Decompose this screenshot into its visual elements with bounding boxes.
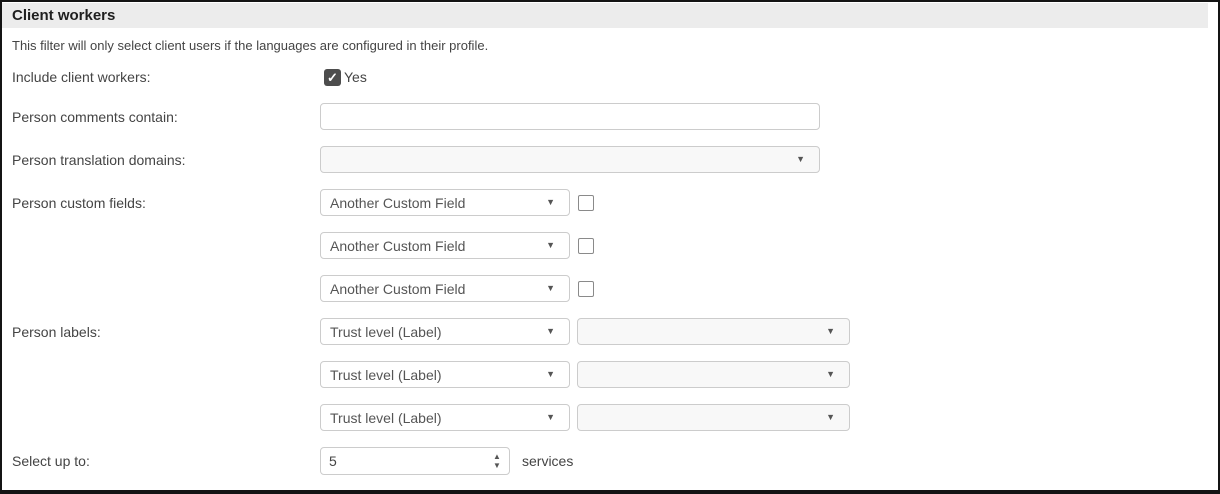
custom-field-select[interactable]: Another Custom Field ▼ <box>320 275 570 302</box>
person-labels-row: Trust level (Label) ▼ ▼ <box>2 361 1218 388</box>
person-comments-input[interactable] <box>320 103 820 130</box>
chevron-down-icon: ▼ <box>826 370 835 379</box>
translation-domains-select[interactable]: ▼ <box>320 146 820 173</box>
field-label: Select up to: <box>2 453 320 469</box>
person-label-type-select[interactable]: Trust level (Label) ▼ <box>320 361 570 388</box>
person-label-value-select[interactable]: ▼ <box>577 318 850 345</box>
select-value: Another Custom Field <box>330 281 465 297</box>
select-value: Another Custom Field <box>330 238 465 254</box>
custom-field-checkbox[interactable] <box>578 238 594 254</box>
spinner-down-icon[interactable]: ▼ <box>493 462 501 469</box>
chevron-down-icon: ▼ <box>826 413 835 422</box>
person-custom-fields-row: Another Custom Field ▼ <box>2 275 1218 302</box>
chevron-down-icon: ▼ <box>546 241 555 250</box>
panel-header: Client workers <box>2 3 1208 28</box>
select-value: Trust level (Label) <box>330 367 442 383</box>
chevron-down-icon: ▼ <box>546 284 555 293</box>
field-label: Person translation domains: <box>2 152 320 168</box>
select-value: Trust level (Label) <box>330 324 442 340</box>
person-label-value-select[interactable]: ▼ <box>577 404 850 431</box>
custom-field-select[interactable]: Another Custom Field ▼ <box>320 232 570 259</box>
select-up-to-number-field: ▲ ▼ <box>320 447 510 475</box>
person-labels-row: Trust level (Label) ▼ ▼ <box>2 404 1218 431</box>
chevron-down-icon: ▼ <box>546 198 555 207</box>
custom-field-select[interactable]: Another Custom Field ▼ <box>320 189 570 216</box>
select-value: Another Custom Field <box>330 195 465 211</box>
select-up-to-row: Select up to: ▲ ▼ services <box>2 447 1218 475</box>
field-label: Person labels: <box>2 324 320 340</box>
chevron-down-icon: ▼ <box>796 155 805 164</box>
person-label-value-select[interactable]: ▼ <box>577 361 850 388</box>
person-label-type-select[interactable]: Trust level (Label) ▼ <box>320 404 570 431</box>
checkmark-icon: ✓ <box>327 71 338 84</box>
person-custom-fields-row: Another Custom Field ▼ <box>2 232 1218 259</box>
chevron-down-icon: ▼ <box>546 327 555 336</box>
include-client-workers-checkbox[interactable]: ✓ <box>324 69 341 86</box>
person-label-type-select[interactable]: Trust level (Label) ▼ <box>320 318 570 345</box>
services-suffix-label: services <box>522 453 573 469</box>
person-translation-domains-row: Person translation domains: ▼ <box>2 146 1218 173</box>
chevron-down-icon: ▼ <box>546 413 555 422</box>
client-workers-panel: Client workers This filter will only sel… <box>0 0 1220 494</box>
custom-field-checkbox[interactable] <box>578 195 594 211</box>
checkbox-value-label: Yes <box>344 69 367 85</box>
person-custom-fields-row: Person custom fields: Another Custom Fie… <box>2 189 1218 216</box>
field-label: Person comments contain: <box>2 109 320 125</box>
include-client-workers-row: Include client workers: ✓ Yes <box>2 67 1218 87</box>
chevron-down-icon: ▼ <box>826 327 835 336</box>
person-labels-row: Person labels: Trust level (Label) ▼ ▼ <box>2 318 1218 345</box>
field-label: Person custom fields: <box>2 195 320 211</box>
number-spinner[interactable]: ▲ ▼ <box>485 448 509 474</box>
custom-field-checkbox[interactable] <box>578 281 594 297</box>
field-label: Include client workers: <box>2 69 320 85</box>
select-up-to-input[interactable] <box>321 453 485 469</box>
description-text: This filter will only select client user… <box>12 38 1208 53</box>
chevron-down-icon: ▼ <box>546 370 555 379</box>
spinner-up-icon[interactable]: ▲ <box>493 453 501 460</box>
page-title: Client workers <box>12 7 115 24</box>
person-comments-row: Person comments contain: <box>2 103 1218 130</box>
select-value: Trust level (Label) <box>330 410 442 426</box>
